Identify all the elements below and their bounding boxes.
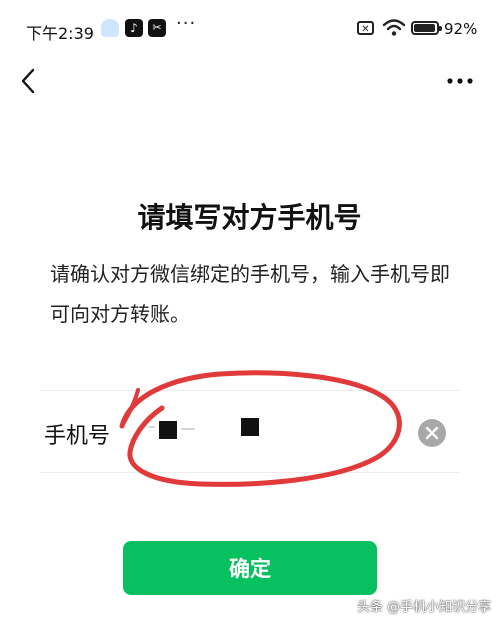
clear-button[interactable]	[418, 419, 446, 447]
confirm-button[interactable]: 确定	[123, 541, 377, 595]
cloud-icon	[101, 19, 119, 37]
page-description: 请确认对方微信绑定的手机号，输入手机号即可向对方转账。	[50, 262, 450, 326]
tiktok-icon: ♪	[125, 19, 143, 37]
more-dots-icon: ···	[176, 13, 197, 34]
phone-label: 手机号	[44, 424, 111, 449]
clear-icon	[425, 426, 439, 440]
battery-percent: 92%	[444, 20, 478, 38]
more-horizontal-icon[interactable]	[444, 68, 476, 94]
chevron-left-icon[interactable]	[14, 66, 44, 96]
status-bar: 下午2:39 ♪ ✂ ··· ✕ 92%	[0, 0, 499, 56]
annotation-circle	[119, 370, 402, 487]
page-title: 请填写对方手机号	[137, 201, 362, 234]
battery-icon	[411, 21, 442, 35]
watermark: 头条 @手机小知识分享	[357, 600, 492, 615]
wifi-icon	[382, 19, 406, 36]
capcut-icon: ✂	[148, 19, 166, 37]
sim-icon: ✕	[357, 21, 374, 35]
status-time: 下午2:39	[26, 24, 94, 43]
